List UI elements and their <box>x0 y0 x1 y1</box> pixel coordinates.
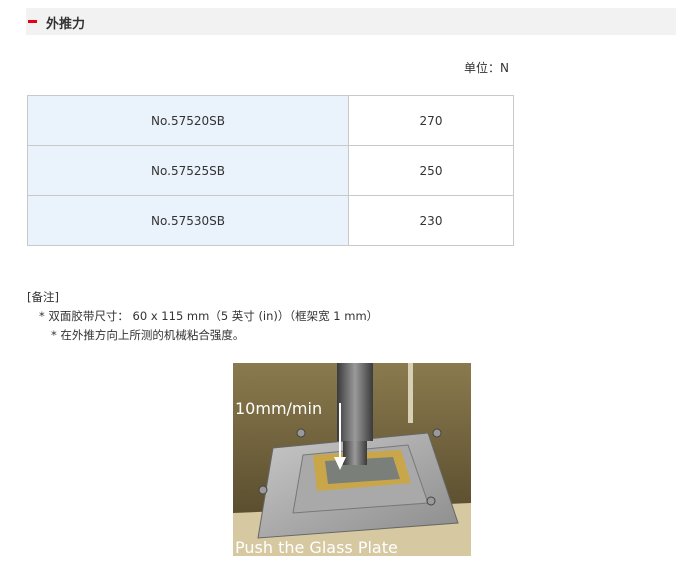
section-title: 外推力 <box>46 17 86 32</box>
model-cell: No.57530SB <box>27 195 349 246</box>
photo-caption: Push the Glass Plate <box>235 538 398 556</box>
section-header: 外推力 <box>26 8 676 35</box>
test-photo: 10mm/min Push the Glass Plate <box>233 363 471 556</box>
value-cell: 250 <box>348 145 514 196</box>
note-line: * 双面胶带尺寸： 60 x 115 mm（5 英寸 (in)）（框架宽 1 m… <box>39 309 379 323</box>
table-row: No.57530SB 230 <box>27 195 514 246</box>
push-force-table: No.57520SB 270 No.57525SB 250 No.57530SB… <box>27 95 514 246</box>
test-apparatus-illustration <box>233 363 471 556</box>
notes-block: [备注] * 双面胶带尺寸： 60 x 115 mm（5 英寸 (in)）（框架… <box>27 288 378 345</box>
speed-label: 10mm/min <box>235 399 323 418</box>
section-marker <box>28 20 37 23</box>
value-cell: 230 <box>348 195 514 246</box>
model-cell: No.57520SB <box>27 95 349 146</box>
notes-heading: [备注] <box>27 290 59 304</box>
table-row: No.57520SB 270 <box>27 95 514 146</box>
model-cell: No.57525SB <box>27 145 349 196</box>
unit-label: 单位：N <box>464 61 509 75</box>
value-cell: 270 <box>348 95 514 146</box>
table-row: No.57525SB 250 <box>27 145 514 196</box>
note-line: * 在外推方向上所测的机械粘合强度。 <box>51 328 245 342</box>
